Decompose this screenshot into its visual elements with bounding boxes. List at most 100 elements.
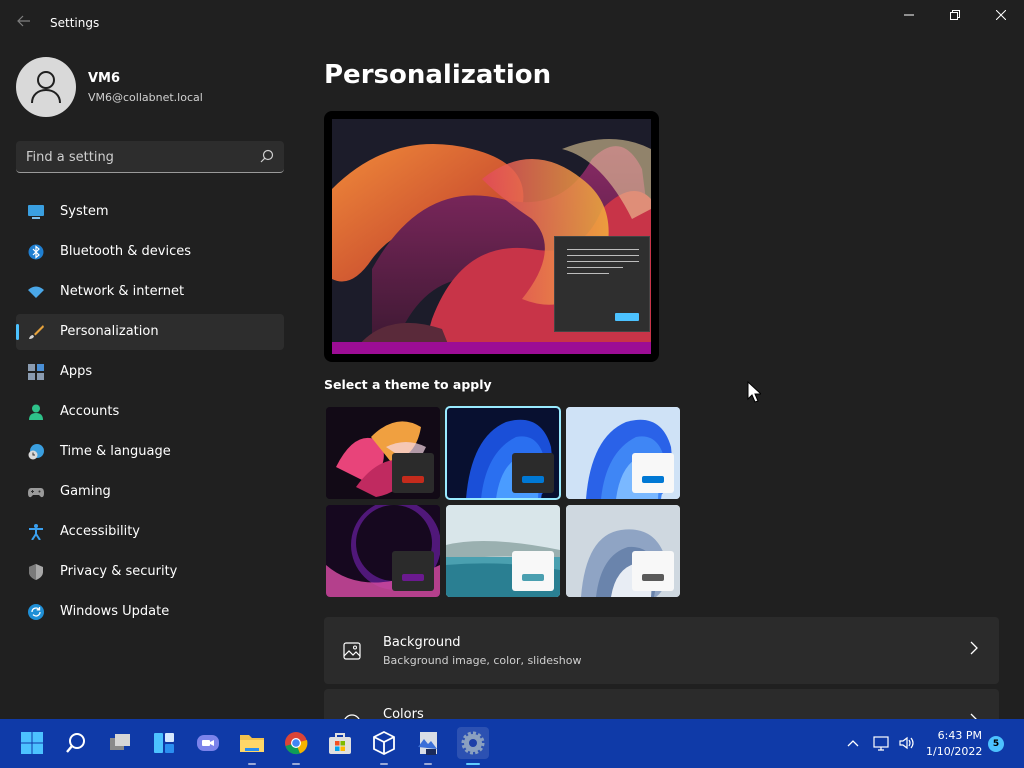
- theme-window-mockup: [632, 551, 674, 591]
- sidebar-item-label: Gaming: [60, 484, 111, 499]
- chevron-right-icon: [969, 641, 979, 659]
- sidebar-item-gaming[interactable]: Gaming: [16, 474, 284, 510]
- theme-window-mockup: [512, 551, 554, 591]
- card-subtitle: Background image, color, slideshow: [383, 654, 582, 667]
- notification-badge[interactable]: 5: [988, 736, 1004, 752]
- search-box[interactable]: [16, 141, 284, 173]
- sidebar-item-apps[interactable]: Apps: [16, 354, 284, 390]
- app-button[interactable]: [412, 727, 444, 765]
- file-explorer-button[interactable]: [236, 727, 268, 765]
- settings-button[interactable]: [457, 727, 489, 765]
- start-icon: [21, 732, 43, 754]
- theme-tile-windows-dark[interactable]: [445, 406, 561, 500]
- taskbar: 6:43 PM 1/10/2022: [0, 719, 1024, 768]
- preview-accent-button: [615, 313, 639, 321]
- start-button[interactable]: [16, 727, 48, 759]
- clock-globe-icon: [28, 444, 44, 460]
- sidebar-item-label: Accounts: [60, 404, 120, 419]
- taskbar-search-button[interactable]: [60, 727, 92, 759]
- brush-icon: [29, 325, 44, 339]
- apps-icon: [28, 364, 44, 380]
- system-clock[interactable]: 6:43 PM 1/10/2022: [926, 728, 982, 760]
- theme-grid: [324, 405, 680, 597]
- sidebar-nav: System Bluetooth & devices Network & int…: [16, 194, 284, 634]
- sidebar-item-time-language[interactable]: Time & language: [16, 434, 284, 470]
- close-icon: [995, 9, 1007, 21]
- theme-window-mockup: [512, 453, 554, 493]
- sidebar-item-label: Accessibility: [60, 524, 140, 539]
- search-input[interactable]: [26, 148, 246, 166]
- preview-window-mockup: [554, 236, 650, 332]
- sidebar-item-label: Personalization: [60, 324, 159, 339]
- sidebar-item-network[interactable]: Network & internet: [16, 274, 284, 310]
- sidebar-item-windows-update[interactable]: Windows Update: [16, 594, 284, 630]
- widgets-icon: [154, 733, 174, 753]
- sidebar-item-system[interactable]: System: [16, 194, 284, 230]
- 3d-viewer-button[interactable]: [368, 727, 400, 765]
- chat-icon: [197, 735, 219, 751]
- update-icon: [28, 604, 44, 620]
- sidebar-item-label: Windows Update: [60, 604, 170, 619]
- chat-button[interactable]: [192, 727, 224, 759]
- preview-wallpaper: [332, 119, 651, 354]
- restore-button[interactable]: [932, 0, 978, 32]
- settings-icon: [461, 731, 485, 755]
- theme-tile-captured-motion[interactable]: [326, 505, 440, 597]
- search-icon: [66, 733, 85, 753]
- search-icon[interactable]: [260, 149, 274, 163]
- clock-time: 6:43 PM: [937, 729, 982, 742]
- store-button[interactable]: [324, 727, 356, 759]
- picture-icon: [343, 642, 361, 660]
- preview-taskbar: [332, 342, 651, 354]
- monitor-icon: [28, 205, 44, 219]
- chrome-button[interactable]: [280, 727, 312, 765]
- theme-tile-sunrise[interactable]: [566, 505, 680, 597]
- settings-window: Settings VM6 VM6@collabnet.local System …: [0, 0, 1024, 719]
- sidebar-item-accessibility[interactable]: Accessibility: [16, 514, 284, 550]
- shield-icon: [29, 564, 43, 580]
- chrome-icon: [285, 732, 308, 755]
- theme-window-mockup: [632, 453, 674, 493]
- bluetooth-icon: [28, 244, 44, 260]
- chevron-up-icon[interactable]: [846, 736, 860, 750]
- theme-tile-flow[interactable]: [446, 505, 560, 597]
- close-button[interactable]: [978, 0, 1024, 32]
- sidebar-item-accounts[interactable]: Accounts: [16, 394, 284, 430]
- 3d-viewer-icon: [373, 730, 395, 756]
- clock-date: 1/10/2022: [926, 745, 983, 758]
- app-title: Settings: [50, 16, 100, 30]
- theme-tile-glow[interactable]: [326, 407, 440, 499]
- background-settings-card[interactable]: Background Background image, color, slid…: [324, 617, 999, 684]
- back-arrow-icon[interactable]: [14, 14, 34, 34]
- widgets-button[interactable]: [148, 727, 180, 759]
- minimize-button[interactable]: [886, 0, 932, 32]
- sidebar-item-privacy-security[interactable]: Privacy & security: [16, 554, 284, 590]
- app-icon: [418, 732, 437, 755]
- avatar: [16, 57, 76, 117]
- sidebar-item-label: Apps: [60, 364, 93, 379]
- page-title: Personalization: [324, 60, 552, 90]
- sidebar-item-bluetooth[interactable]: Bluetooth & devices: [16, 234, 284, 270]
- theme-preview: [324, 111, 659, 362]
- colors-settings-card[interactable]: Colors: [324, 689, 999, 719]
- theme-section-label: Select a theme to apply: [324, 377, 492, 392]
- theme-tile-windows-light[interactable]: [566, 407, 680, 499]
- sidebar-item-label: Network & internet: [60, 284, 185, 299]
- selection-indicator: [16, 324, 19, 340]
- store-icon: [329, 733, 351, 754]
- theme-window-mockup: [392, 453, 434, 493]
- minimize-icon: [904, 14, 914, 16]
- title-bar: Settings: [0, 0, 1024, 48]
- card-title: Background: [383, 635, 461, 650]
- sidebar-item-label: Privacy & security: [60, 564, 178, 579]
- task-view-icon: [110, 734, 130, 750]
- sidebar-item-label: Bluetooth & devices: [60, 244, 191, 259]
- restore-icon: [950, 10, 960, 20]
- network-icon[interactable]: [872, 734, 890, 752]
- sidebar-item-personalization[interactable]: Personalization: [16, 314, 284, 350]
- user-email: VM6@collabnet.local: [88, 91, 203, 104]
- accessibility-icon: [29, 524, 43, 540]
- task-view-button[interactable]: [104, 727, 136, 759]
- card-title: Colors: [383, 707, 424, 719]
- volume-icon[interactable]: [898, 734, 916, 752]
